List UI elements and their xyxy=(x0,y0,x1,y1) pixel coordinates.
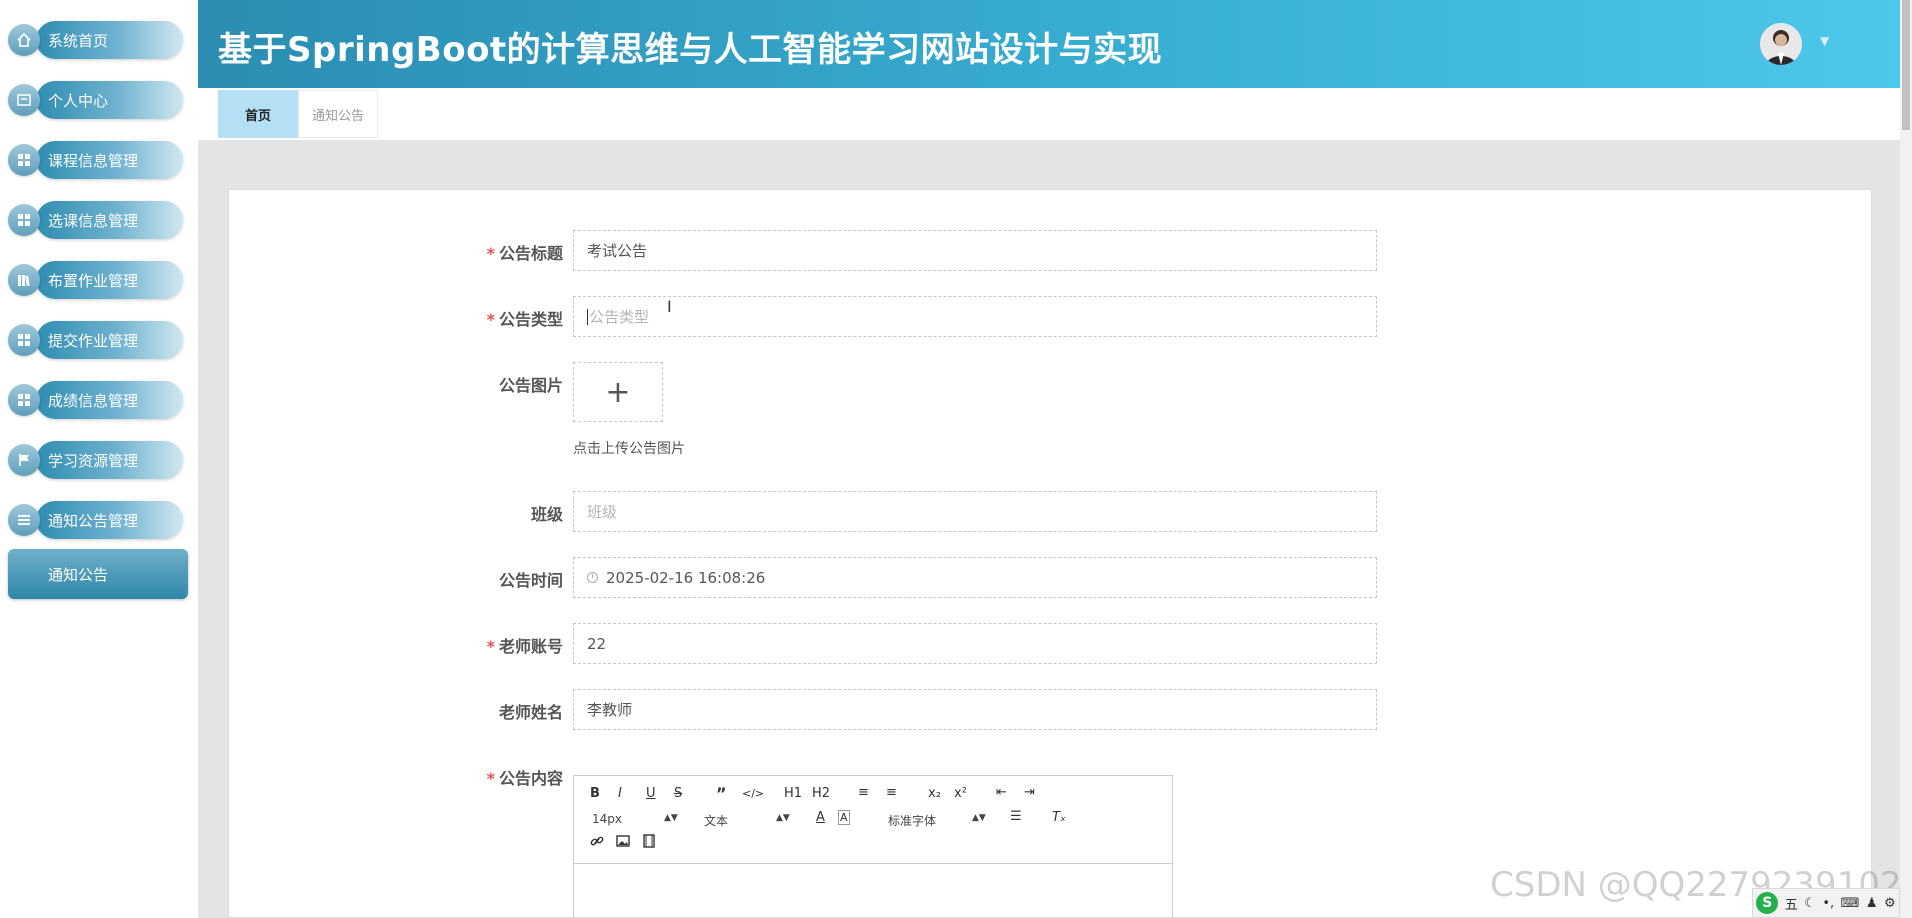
h1-button[interactable]: H1 xyxy=(784,786,802,801)
type-input[interactable]: 公告类型 xyxy=(573,296,1377,337)
sidebar-item-label: 选课信息管理 xyxy=(36,201,183,239)
sidebar-subitem-notice[interactable]: 通知公告 xyxy=(8,549,188,599)
header: 基于SpringBoot的计算思维与人工智能学习网站设计与实现 ▼ xyxy=(198,0,1900,88)
ordered-list-button[interactable]: ≡ xyxy=(858,785,869,800)
quote-button[interactable]: ” xyxy=(716,784,727,803)
code-button[interactable]: </> xyxy=(742,787,764,800)
tab-home[interactable]: 首页 xyxy=(218,90,298,138)
underline-button[interactable]: U xyxy=(646,786,656,801)
image-upload-button[interactable]: + xyxy=(573,362,663,422)
link-icon[interactable] xyxy=(590,834,604,852)
teacher-name-input[interactable]: 李教师 xyxy=(573,689,1377,730)
updown-arrow-icon: ▲▼ xyxy=(664,813,678,823)
align-icon[interactable]: ☰ xyxy=(1010,809,1022,824)
teacher-name-value: 李教师 xyxy=(587,701,633,719)
italic-button[interactable]: I xyxy=(618,786,622,801)
font-size-select[interactable]: 14px xyxy=(592,812,622,826)
h2-button[interactable]: H2 xyxy=(812,786,830,801)
updown-arrow-icon: ▲▼ xyxy=(776,813,790,823)
video-icon[interactable] xyxy=(642,834,656,852)
sidebar-item-label: 提交作业管理 xyxy=(36,321,183,359)
plus-icon: + xyxy=(605,374,631,410)
grid-icon xyxy=(8,204,40,236)
time-value: 2025-02-16 16:08:26 xyxy=(606,568,766,587)
clear-format-icon[interactable]: Tₓ xyxy=(1052,810,1066,825)
editor-toolbar: B I U S ” </> H1 H2 ≡ ≡ x₂ x² ⇤ ⇥ 14px ▲… xyxy=(574,776,1172,864)
title-value: 考试公告 xyxy=(587,242,648,260)
settings-icon[interactable]: ⚙ xyxy=(1884,896,1896,911)
format-select[interactable]: 文本 xyxy=(704,812,728,829)
grid-icon xyxy=(8,144,40,176)
font-family-select[interactable]: 标准字体 xyxy=(888,812,936,829)
type-placeholder: 公告类型 xyxy=(589,308,650,326)
user-card-icon xyxy=(8,84,40,116)
teacher-account-input[interactable]: 22 xyxy=(573,623,1377,664)
avatar[interactable] xyxy=(1760,23,1802,65)
sidebar-item-profile[interactable]: 个人中心 xyxy=(8,80,183,120)
books-icon xyxy=(8,264,40,296)
grid-icon xyxy=(8,384,40,416)
sidebar: 系统首页 个人中心 课程信息管理 选课信息管理 布置作业管理 提交作业管理 成绩… xyxy=(0,0,198,918)
sidebar-item-label: 学习资源管理 xyxy=(36,441,183,479)
scrollbar[interactable] xyxy=(1900,0,1912,918)
time-picker[interactable]: 2025-02-16 16:08:26 xyxy=(573,557,1377,598)
font-color-icon[interactable]: A xyxy=(816,810,825,825)
sidebar-item-label: 个人中心 xyxy=(36,81,183,119)
system-tray: S 五 ☾ •, ⌨ ♟ ⚙ xyxy=(1752,888,1900,918)
home-icon xyxy=(8,24,40,56)
indent-button[interactable]: ⇥ xyxy=(1024,785,1035,800)
sidebar-item-label: 系统首页 xyxy=(36,21,183,59)
scrollbar-thumb[interactable] xyxy=(1902,0,1910,130)
sidebar-item-label: 课程信息管理 xyxy=(36,141,183,179)
sidebar-item-resources[interactable]: 学习资源管理 xyxy=(8,440,183,480)
background-color-icon[interactable]: A xyxy=(838,810,850,825)
moon-icon[interactable]: ☾ xyxy=(1804,896,1816,911)
bold-button[interactable]: B xyxy=(590,786,600,801)
title-input[interactable]: 考试公告 xyxy=(573,230,1377,271)
sidebar-item-enrollment[interactable]: 选课信息管理 xyxy=(8,200,183,240)
grid-icon xyxy=(8,324,40,356)
ime-mode[interactable]: 五 xyxy=(1785,894,1798,913)
sidebar-item-submit-homework[interactable]: 提交作业管理 xyxy=(8,320,183,360)
text-caret xyxy=(587,308,588,325)
punctuation-icon[interactable]: •, xyxy=(1822,896,1834,911)
sidebar-item-label: 通知公告管理 xyxy=(36,501,183,539)
strike-button[interactable]: S xyxy=(674,786,682,801)
avatar-icon xyxy=(1760,23,1802,65)
superscript-button[interactable]: x² xyxy=(954,786,967,801)
sidebar-item-grades[interactable]: 成绩信息管理 xyxy=(8,380,183,420)
class-input[interactable]: 班级 xyxy=(573,491,1377,532)
bullet-list-button[interactable]: ≡ xyxy=(886,785,897,800)
user-icon[interactable]: ♟ xyxy=(1866,896,1878,911)
clock-icon xyxy=(587,572,598,583)
sidebar-item-home[interactable]: 系统首页 xyxy=(8,20,183,60)
subscript-button[interactable]: x₂ xyxy=(928,786,941,801)
image-icon[interactable] xyxy=(616,834,630,852)
teacher-account-value: 22 xyxy=(587,634,607,653)
keyboard-icon[interactable]: ⌨ xyxy=(1841,896,1860,911)
flag-icon xyxy=(8,444,40,476)
sidebar-item-notice-mgmt[interactable]: 通知公告管理 xyxy=(8,500,183,540)
page-title: 基于SpringBoot的计算思维与人工智能学习网站设计与实现 xyxy=(218,30,1163,70)
sidebar-item-label: 布置作业管理 xyxy=(36,261,183,299)
rich-text-editor[interactable]: B I U S ” </> H1 H2 ≡ ≡ x₂ x² ⇤ ⇥ 14px ▲… xyxy=(573,775,1173,918)
sidebar-item-course[interactable]: 课程信息管理 xyxy=(8,140,183,180)
tab-bar: 首页 通知公告 xyxy=(198,88,1900,140)
app-root: 系统首页 个人中心 课程信息管理 选课信息管理 布置作业管理 提交作业管理 成绩… xyxy=(0,0,1912,918)
tab-notice[interactable]: 通知公告 xyxy=(298,90,378,138)
sidebar-item-assign-homework[interactable]: 布置作业管理 xyxy=(8,260,183,300)
ime-logo-icon[interactable]: S xyxy=(1756,892,1779,914)
class-placeholder: 班级 xyxy=(587,503,618,521)
outdent-button[interactable]: ⇤ xyxy=(996,785,1007,800)
sidebar-item-label: 成绩信息管理 xyxy=(36,381,183,419)
updown-arrow-icon: ▲▼ xyxy=(972,813,986,823)
chevron-down-icon[interactable]: ▼ xyxy=(1820,34,1829,48)
list-icon xyxy=(8,504,40,536)
